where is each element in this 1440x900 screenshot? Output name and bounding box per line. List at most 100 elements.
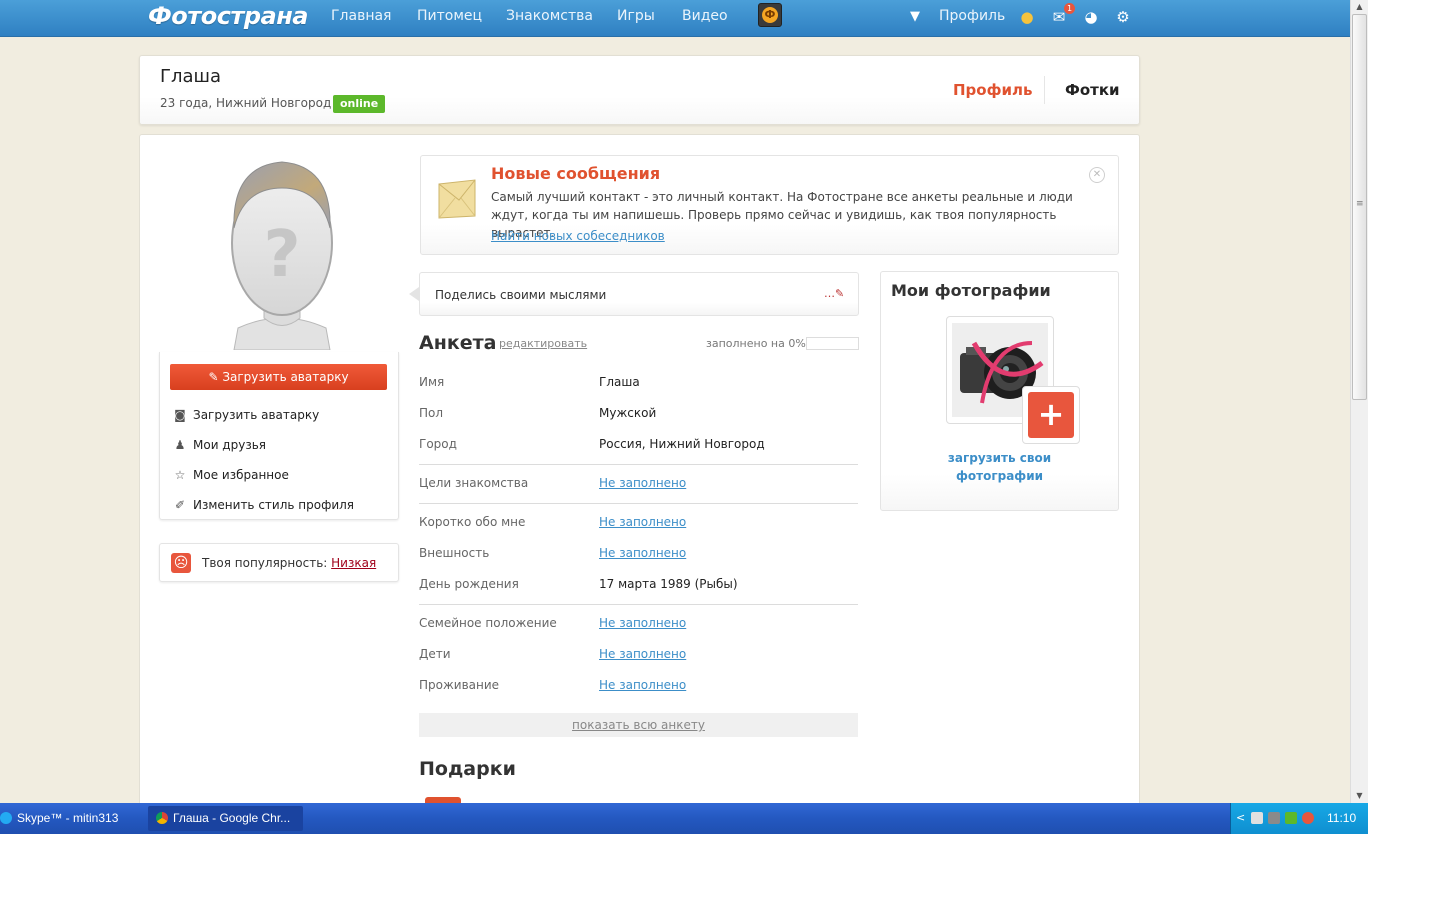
upload-photos-line2: фотографии (955, 469, 1044, 483)
popularity-label-text: Твоя популярность: (202, 556, 328, 570)
tab-profile[interactable]: Профиль (953, 81, 1032, 99)
anketa-row-label: Внешность (419, 546, 490, 560)
upload-avatar-button-label: Загрузить аватарку (222, 370, 349, 384)
new-messages-banner: Новые сообщения Самый лучший контакт - э… (420, 155, 1119, 255)
menu-item-upload-avatar[interactable]: ◙ Загрузить аватарку (172, 408, 319, 422)
avatar-placeholder[interactable]: ? (220, 158, 344, 350)
find-new-contacts-link[interactable]: Найти новых собеседников (491, 229, 665, 243)
anketa-row-empty-link[interactable]: Не заполнено (599, 515, 686, 529)
anketa-row-label: Коротко обо мне (419, 515, 526, 529)
fill-progress-label: заполнено на 0% (706, 337, 806, 350)
upload-photos-link[interactable]: загрузить свои фотографии (931, 449, 1068, 485)
popularity-label: Твоя популярность: Низкая (202, 556, 376, 570)
tray-expand-icon[interactable]: < (1236, 811, 1245, 824)
scrollbar-thumb[interactable]: ≡ (1352, 14, 1367, 400)
scroll-down-arrow-icon[interactable]: ▼ (1351, 789, 1368, 803)
thoughts-pointer (409, 287, 419, 301)
game-app-icon[interactable]: Ф (758, 3, 782, 27)
anketa-row-label: Цели знакомства (419, 476, 529, 490)
windows-taskbar: Skype™ - mitin313 Глаша - Google Chr... … (0, 803, 1368, 834)
envelope-icon (438, 179, 476, 219)
my-photos-panel: Мои фотографии + загрузить свои фотографи… (880, 271, 1119, 511)
tray-network-icon[interactable] (1268, 812, 1280, 824)
online-status-badge: online (333, 95, 386, 113)
anketa-row-empty-link[interactable]: Не заполнено (599, 476, 686, 490)
brush-icon: ✐ (174, 498, 186, 512)
gear-icon[interactable]: ⚙ (1114, 8, 1132, 26)
anketa-row-label: Проживание (419, 678, 500, 692)
skype-icon (0, 811, 12, 824)
anketa-row-value: Глаша (599, 375, 640, 389)
tab-divider (1044, 76, 1045, 104)
close-icon[interactable]: ✕ (1089, 167, 1105, 183)
edit-anketa-link[interactable]: редактировать (499, 337, 587, 350)
menu-item-favorites[interactable]: ☆ Мое избранное (172, 468, 289, 482)
scroll-up-arrow-icon[interactable]: ▲ (1351, 0, 1368, 14)
add-photo-button[interactable]: + (1022, 386, 1080, 444)
menu-item-friends[interactable]: ♟ Мои друзья (172, 438, 266, 452)
menu-item-label: Мое избранное (193, 468, 289, 482)
taskbar-clock: 11:10 (1327, 811, 1357, 825)
row-divider (419, 464, 858, 465)
browser-viewport: Фотострана Главная Питомец Знакомства Иг… (0, 0, 1350, 803)
plus-icon: + (1028, 392, 1074, 438)
taskbar-skype-button[interactable]: Skype™ - mitin313 (0, 806, 140, 831)
anketa-row-value: Мужской (599, 406, 657, 420)
menu-item-profile-style[interactable]: ✐ Изменить стиль профиля (172, 498, 354, 512)
profile-name: Глаша (160, 66, 222, 87)
anketa-row-label: Семейное положение (419, 616, 557, 630)
fill-progress-bar (806, 337, 859, 350)
messages-count-badge: 1 (1064, 3, 1075, 14)
popularity-box: ☹ Твоя популярность: Низкая (159, 543, 399, 582)
smiley-icon[interactable]: ● (1018, 8, 1036, 26)
row-divider (419, 503, 858, 504)
anketa-row-label: День рождения (419, 577, 519, 591)
nav-link-main[interactable]: Главная (331, 8, 391, 24)
anketa-row-empty-link[interactable]: Не заполнено (599, 647, 686, 661)
pencil-icon: …✎ (824, 287, 845, 300)
brush-icon: ✎ (208, 370, 223, 384)
taskbar-chrome-label: Глаша - Google Chr... (173, 811, 291, 825)
banner-title: Новые сообщения (491, 164, 661, 183)
tray-shield-icon[interactable] (1285, 812, 1297, 824)
nav-link-video[interactable]: Видео (682, 8, 728, 24)
anketa-row-empty-link[interactable]: Не заполнено (599, 616, 686, 630)
game-app-letter: Ф (762, 7, 778, 23)
tab-photos[interactable]: Фотки (1065, 81, 1120, 99)
pacman-icon[interactable]: ◕ (1082, 8, 1100, 26)
sad-face-icon: ☹ (171, 553, 191, 573)
menu-item-label: Изменить стиль профиля (193, 498, 355, 512)
thoughts-input[interactable]: Поделись своими мыслями …✎ (419, 272, 859, 316)
system-tray: < 11:10 (1230, 803, 1368, 834)
row-divider (419, 604, 858, 605)
anketa-row-empty-link[interactable]: Не заполнено (599, 546, 686, 560)
show-full-anketa-button[interactable]: показать всю анкету (419, 713, 858, 737)
anketa-row-label: Имя (419, 375, 445, 389)
nav-link-profile[interactable]: Профиль (939, 8, 1005, 24)
my-photos-title: Мои фотографии (891, 281, 1051, 300)
top-navbar: Фотострана Главная Питомец Знакомства Иг… (0, 0, 1350, 37)
tray-tool-icon[interactable] (1251, 812, 1263, 824)
anketa-row-empty-link[interactable]: Не заполнено (599, 678, 686, 692)
site-logo[interactable]: Фотострана (148, 2, 308, 30)
nav-link-dating[interactable]: Знакомства (506, 8, 593, 24)
profile-header: Глаша 23 года, Нижний Новгород online Пр… (139, 55, 1140, 125)
thoughts-placeholder: Поделись своими мыслями (435, 288, 607, 302)
taskbar-chrome-button[interactable]: Глаша - Google Chr... (148, 806, 303, 831)
anketa-title: Анкета (419, 332, 497, 354)
vip-diamond-icon[interactable]: ▼ (906, 8, 924, 26)
tray-app-icon[interactable] (1302, 812, 1314, 824)
nav-link-pet[interactable]: Питомец (417, 8, 482, 24)
chrome-icon (156, 811, 168, 824)
vertical-scrollbar[interactable]: ▲ ≡ ▼ (1350, 0, 1368, 803)
anketa-row-value: Россия, Нижний Новгород (599, 437, 765, 451)
nav-link-games[interactable]: Игры (617, 8, 655, 24)
popularity-value-link[interactable]: Низкая (331, 556, 376, 570)
upload-avatar-button[interactable]: ✎ Загрузить аватарку (170, 364, 387, 390)
anketa-row-label: Пол (419, 406, 444, 420)
anketa-row-label: Дети (419, 647, 451, 661)
upload-photos-line1: загрузить свои (947, 451, 1052, 465)
scroll-grip-icon: ≡ (1356, 199, 1364, 209)
camera-icon: ◙ (174, 408, 186, 422)
menu-item-label: Мои друзья (193, 438, 266, 452)
